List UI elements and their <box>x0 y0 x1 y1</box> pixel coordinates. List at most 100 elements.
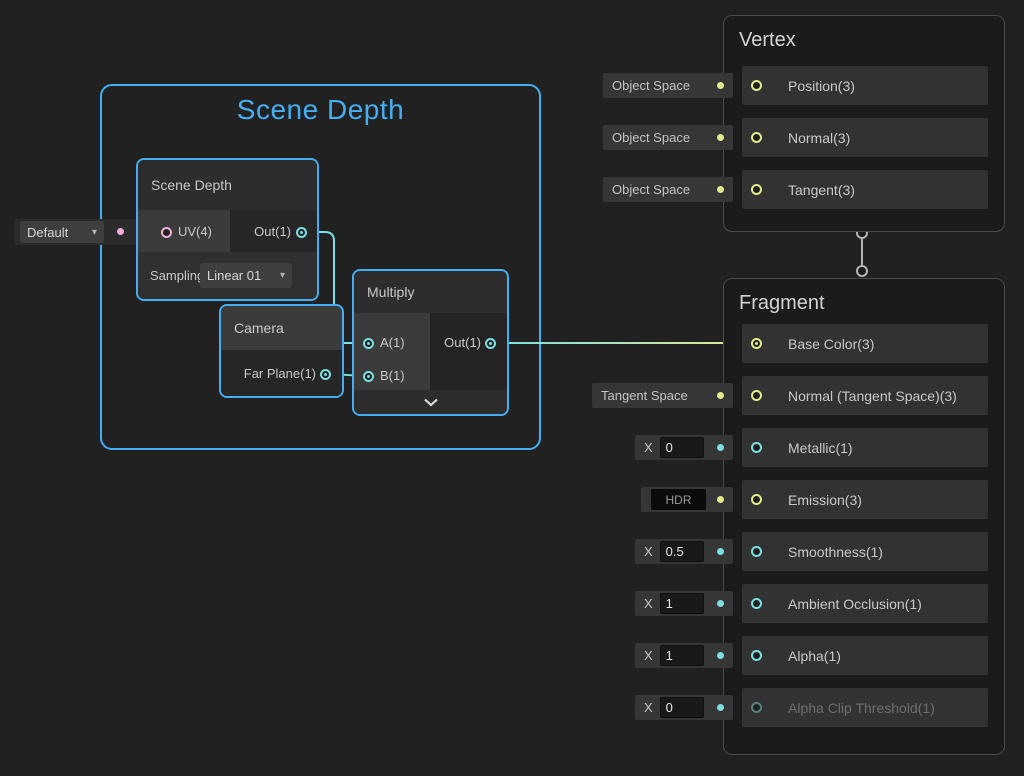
uv-port-label: UV(4) <box>178 210 212 252</box>
b-input-port[interactable] <box>363 371 374 382</box>
smoothness-input-port[interactable] <box>751 546 762 557</box>
preview-expander[interactable] <box>354 390 507 414</box>
x-prefix-label: X <box>644 700 653 715</box>
ambient-occlusion-input-port[interactable] <box>751 598 762 609</box>
a-port-label: A(1) <box>380 335 405 350</box>
vertex-block-title: Vertex <box>739 29 796 52</box>
row-label: Emission(3) <box>788 492 862 508</box>
normal-input-port[interactable] <box>751 132 762 143</box>
uv-channel-dropdown[interactable]: Default ▾ <box>20 221 104 243</box>
sampling-label: Sampling <box>150 268 200 283</box>
x-prefix-label: X <box>644 648 653 663</box>
alpha-input-port[interactable] <box>751 650 762 661</box>
ambient-occlusion-value-field[interactable] <box>660 593 704 614</box>
row-label: Ambient Occlusion(1) <box>788 596 922 612</box>
widget-dot <box>717 652 724 659</box>
row-label: Normal (Tangent Space)(3) <box>788 388 957 404</box>
space-label: Tangent Space <box>592 388 688 403</box>
hdr-color-swatch[interactable]: HDR <box>651 489 706 510</box>
row-label: Metallic(1) <box>788 440 853 456</box>
emission-input-port[interactable] <box>751 494 762 505</box>
out-output-port[interactable] <box>296 227 307 238</box>
ambient-occlusion-value-widget: X <box>635 591 733 616</box>
dropdown-arrow-icon: ▾ <box>92 227 97 238</box>
alpha-clip-value-widget: X <box>635 695 733 720</box>
block-row-position[interactable]: Position(3) <box>742 66 988 105</box>
space-label: Object Space <box>603 130 690 145</box>
block-row-ambient-occlusion[interactable]: Ambient Occlusion(1) <box>742 584 988 623</box>
row-label: Tangent(3) <box>788 182 855 198</box>
position-input-port[interactable] <box>751 80 762 91</box>
sampling-value: Linear 01 <box>207 268 261 283</box>
a-input-port[interactable] <box>363 338 374 349</box>
uv-channel-value: Default <box>27 225 68 240</box>
block-row-normal[interactable]: Normal(3) <box>742 118 988 157</box>
vertex-block[interactable]: Vertex Position(3) Normal(3) Tangent(3) <box>723 15 1005 232</box>
widget-dot <box>717 186 724 193</box>
far-plane-label: Far Plane(1) <box>244 350 316 396</box>
fragment-block-title: Fragment <box>739 292 825 315</box>
output-section <box>430 313 507 390</box>
normal-ts-space-widget[interactable]: Tangent Space <box>592 383 733 408</box>
widget-dot <box>717 704 724 711</box>
normal-space-widget[interactable]: Object Space <box>603 125 733 150</box>
block-row-tangent[interactable]: Tangent(3) <box>742 170 988 209</box>
widget-dot <box>717 392 724 399</box>
far-plane-output-port[interactable] <box>320 369 331 380</box>
x-prefix-label: X <box>644 440 653 455</box>
row-label: Alpha Clip Threshold(1) <box>788 700 935 716</box>
smoothness-value-field[interactable] <box>660 541 704 562</box>
dropdown-arrow-icon: ▾ <box>280 270 285 281</box>
shader-graph-canvas[interactable]: Scene Depth <box>0 0 1024 776</box>
alpha-value-field[interactable] <box>660 645 704 666</box>
block-row-base-color[interactable]: Base Color(3) <box>742 324 988 363</box>
row-label: Smoothness(1) <box>788 544 883 560</box>
block-row-smoothness[interactable]: Smoothness(1) <box>742 532 988 571</box>
stack-connector <box>857 228 867 276</box>
widget-dot <box>717 600 724 607</box>
metallic-value-field[interactable] <box>660 437 704 458</box>
row-label: Normal(3) <box>788 130 850 146</box>
node-title: Scene Depth <box>138 160 317 210</box>
row-label: Position(3) <box>788 78 855 94</box>
node-multiply[interactable]: Multiply A(1) B(1) Out(1) <box>352 269 509 416</box>
out-port-label: Out(1) <box>444 335 481 350</box>
emission-color-widget[interactable]: HDR <box>641 487 733 512</box>
row-label: Base Color(3) <box>788 336 874 352</box>
out-port-label: Out(1) <box>254 210 291 252</box>
block-row-alpha[interactable]: Alpha(1) <box>742 636 988 675</box>
metallic-input-port[interactable] <box>751 442 762 453</box>
metallic-value-widget: X <box>635 435 733 460</box>
widget-dot <box>717 548 724 555</box>
row-label: Alpha(1) <box>788 648 841 664</box>
alpha-value-widget: X <box>635 643 733 668</box>
alpha-clip-input-port[interactable] <box>751 702 762 713</box>
block-row-normal-ts[interactable]: Normal (Tangent Space)(3) <box>742 376 988 415</box>
block-row-alpha-clip-threshold[interactable]: Alpha Clip Threshold(1) <box>742 688 988 727</box>
node-scene-depth[interactable]: Scene Depth UV(4) Out(1) Sampling Linear… <box>136 158 319 301</box>
widget-dot <box>717 134 724 141</box>
tangent-space-widget[interactable]: Object Space <box>603 177 733 202</box>
x-prefix-label: X <box>644 596 653 611</box>
alpha-clip-value-field[interactable] <box>660 697 704 718</box>
base-color-input-port[interactable] <box>751 338 762 349</box>
node-title: Multiply <box>354 271 507 313</box>
normal-ts-input-port[interactable] <box>751 390 762 401</box>
smoothness-value-widget: X <box>635 539 733 564</box>
sampling-dropdown[interactable]: Linear 01 ▾ <box>200 263 292 288</box>
out-output-port[interactable] <box>485 338 496 349</box>
uv-slot-widget: Default ▾ <box>14 219 140 245</box>
widget-dot <box>717 444 724 451</box>
x-prefix-label: X <box>644 544 653 559</box>
tangent-input-port[interactable] <box>751 184 762 195</box>
block-row-emission[interactable]: Emission(3) <box>742 480 988 519</box>
fragment-block[interactable]: Fragment Base Color(3) Normal (Tangent S… <box>723 278 1005 755</box>
widget-dot <box>717 496 724 503</box>
sampling-row: Sampling Linear 01 ▾ <box>138 252 317 299</box>
space-label: Object Space <box>603 78 690 93</box>
node-camera[interactable]: Camera Far Plane(1) <box>219 304 344 398</box>
space-label: Object Space <box>603 182 690 197</box>
position-space-widget[interactable]: Object Space <box>603 73 733 98</box>
uv-input-port[interactable] <box>161 227 172 238</box>
block-row-metallic[interactable]: Metallic(1) <box>742 428 988 467</box>
